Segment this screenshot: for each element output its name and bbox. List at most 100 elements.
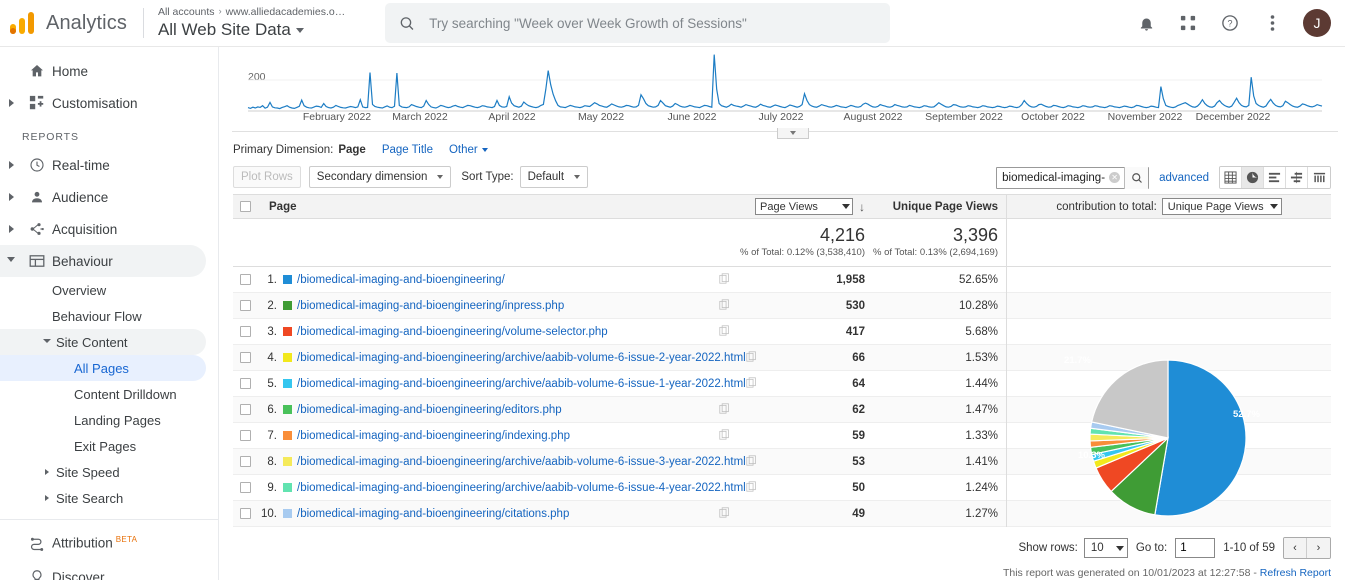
open-in-new-icon[interactable]	[746, 350, 757, 365]
row-checkbox[interactable]	[239, 326, 251, 337]
performance-view-icon[interactable]	[1264, 167, 1286, 188]
sidebar-item-behaviour[interactable]: Behaviour	[0, 245, 206, 277]
account-selector[interactable]: All accounts › www.alliedacademies.o… Al…	[158, 6, 345, 41]
search-input[interactable]	[429, 15, 877, 31]
table-filter-input[interactable]	[997, 171, 1110, 184]
table-row[interactable]: 1. /biomedical-imaging-and-bioengineering…	[233, 266, 1331, 293]
sidebar-item-customisation[interactable]: Customisation	[0, 87, 206, 119]
sidebar-item-home[interactable]: Home	[0, 55, 206, 87]
open-in-new-icon[interactable]	[719, 272, 730, 287]
expand-arrow-icon[interactable]	[40, 469, 54, 475]
row-page-link[interactable]: /biomedical-imaging-and-bioengineering/i…	[297, 430, 570, 442]
sort-type-button[interactable]: Default	[519, 166, 589, 188]
row-page-link[interactable]: /biomedical-imaging-and-bioengineering/a…	[297, 482, 746, 494]
help-icon[interactable]: ?	[1219, 12, 1241, 34]
sidebar-item-attribution[interactable]: Attribution BETA	[0, 526, 206, 560]
row-checkbox[interactable]	[239, 404, 251, 415]
sidebar-item-all-pages[interactable]: All Pages	[0, 355, 206, 381]
sidebar-item-exit-pages[interactable]: Exit Pages	[0, 433, 206, 459]
row-checkbox-cell[interactable]	[233, 482, 257, 493]
open-in-new-icon[interactable]	[719, 428, 730, 443]
collapse-arrow-icon[interactable]	[40, 338, 54, 346]
comparison-view-icon[interactable]	[1286, 167, 1308, 188]
sidebar-item-acquisition[interactable]: Acquisition	[0, 213, 206, 245]
timeline-chart[interactable]: 200 February 2022 March 2022 April 2022 May…	[232, 47, 1338, 139]
apps-grid-icon[interactable]	[1177, 12, 1199, 34]
primary-dimension-page[interactable]: Page	[338, 144, 366, 156]
expand-arrow-icon[interactable]	[40, 495, 54, 501]
primary-dimension-page-title[interactable]: Page Title	[382, 144, 433, 156]
pivot-view-icon[interactable]	[1308, 167, 1330, 188]
open-in-new-icon[interactable]	[746, 454, 757, 469]
row-checkbox-cell[interactable]	[233, 274, 257, 285]
search-icon[interactable]	[1124, 166, 1149, 189]
sidebar-item-site-content[interactable]: Site Content	[0, 329, 206, 355]
expand-arrow-icon[interactable]	[0, 193, 22, 201]
more-vert-icon[interactable]	[1261, 12, 1283, 34]
advanced-filter-link[interactable]: advanced	[1159, 172, 1209, 184]
sidebar-item-audience[interactable]: Audience	[0, 181, 206, 213]
select-all-checkbox[interactable]	[239, 201, 251, 212]
row-checkbox[interactable]	[239, 352, 251, 363]
expand-arrow-icon[interactable]	[0, 161, 22, 169]
row-checkbox-cell[interactable]	[233, 430, 257, 441]
bell-icon[interactable]	[1135, 12, 1157, 34]
row-checkbox-cell[interactable]	[233, 508, 257, 519]
table-view-icon[interactable]	[1220, 167, 1242, 188]
row-checkbox-cell[interactable]	[233, 352, 257, 363]
open-in-new-icon[interactable]	[719, 506, 730, 521]
sort-descending-icon[interactable]: ↓	[859, 200, 865, 214]
row-page-link[interactable]: /biomedical-imaging-and-bioengineering/	[297, 274, 505, 286]
expand-arrow-icon[interactable]	[0, 99, 22, 107]
row-checkbox-cell[interactable]	[233, 456, 257, 467]
expand-arrow-icon[interactable]	[0, 225, 22, 233]
refresh-report-link[interactable]: Refresh Report	[1260, 567, 1331, 579]
row-checkbox[interactable]	[239, 274, 251, 285]
row-page-link[interactable]: /biomedical-imaging-and-bioengineering/a…	[297, 378, 746, 390]
plot-rows-button[interactable]: Plot Rows	[233, 166, 301, 188]
row-checkbox[interactable]	[239, 456, 251, 467]
row-checkbox[interactable]	[239, 508, 251, 519]
sidebar-item-overview[interactable]: Overview	[0, 277, 206, 303]
table-filter[interactable]: ✕	[996, 166, 1150, 189]
clear-icon[interactable]: ✕	[1109, 172, 1121, 183]
row-checkbox-cell[interactable]	[233, 326, 257, 337]
row-checkbox-cell[interactable]	[233, 378, 257, 389]
open-in-new-icon[interactable]	[719, 324, 730, 339]
row-page-link[interactable]: /biomedical-imaging-and-bioengineering/a…	[297, 456, 746, 468]
row-page-link[interactable]: /biomedical-imaging-and-bioengineering/a…	[297, 352, 746, 364]
row-page-link[interactable]: /biomedical-imaging-and-bioengineering/i…	[297, 300, 564, 312]
row-page-link[interactable]: /biomedical-imaging-and-bioengineering/e…	[297, 404, 562, 416]
view-name-dropdown[interactable]: All Web Site Data	[158, 20, 345, 40]
pie-view-icon[interactable]	[1242, 167, 1264, 188]
sidebar-item-discover[interactable]: Discover	[0, 560, 206, 580]
row-checkbox-cell[interactable]	[233, 404, 257, 415]
sidebar-item-content-drilldown[interactable]: Content Drilldown	[0, 381, 206, 407]
sidebar-item-site-speed[interactable]: Site Speed	[0, 459, 206, 485]
column-header-unique-page-views[interactable]: Unique Page Views	[873, 201, 1006, 213]
open-in-new-icon[interactable]	[746, 480, 757, 495]
secondary-dimension-button[interactable]: Secondary dimension	[308, 166, 452, 188]
primary-dimension-other[interactable]: Other	[449, 144, 488, 156]
open-in-new-icon[interactable]	[719, 298, 730, 313]
column-header-page[interactable]: Page	[257, 201, 740, 213]
collapse-arrow-icon[interactable]	[0, 256, 22, 266]
sidebar-item-real-time[interactable]: Real-time	[0, 149, 206, 181]
row-page-link[interactable]: /biomedical-imaging-and-bioengineering/v…	[297, 326, 608, 338]
row-checkbox[interactable]	[239, 430, 251, 441]
pie-metric-selector[interactable]: Unique Page Views	[1161, 198, 1282, 215]
row-checkbox[interactable]	[239, 300, 251, 311]
avatar[interactable]: J	[1303, 9, 1331, 37]
metric-selector[interactable]: Page Views	[755, 198, 853, 215]
select-all-cell[interactable]	[233, 201, 257, 212]
sidebar-item-behaviour-flow[interactable]: Behaviour Flow	[0, 303, 206, 329]
row-checkbox-cell[interactable]	[233, 300, 257, 311]
timeline-zoom-handle[interactable]	[777, 128, 809, 139]
open-in-new-icon[interactable]	[746, 376, 757, 391]
sidebar-item-site-search[interactable]: Site Search	[0, 485, 206, 511]
row-page-link[interactable]: /biomedical-imaging-and-bioengineering/c…	[297, 508, 569, 520]
sidebar-item-landing-pages[interactable]: Landing Pages	[0, 407, 206, 433]
open-in-new-icon[interactable]	[719, 402, 730, 417]
row-checkbox[interactable]	[239, 378, 251, 389]
row-checkbox[interactable]	[239, 482, 251, 493]
